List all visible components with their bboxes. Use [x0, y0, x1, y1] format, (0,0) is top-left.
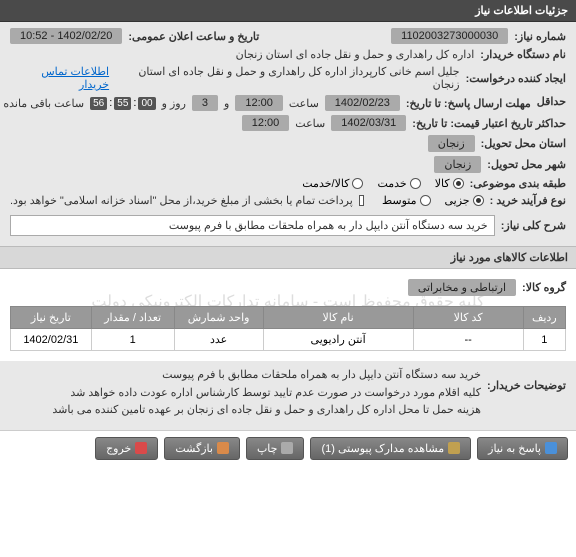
group-value: ارتباطی و مخابراتی: [408, 279, 516, 296]
buyer-note-section: توضیحات خریدار: خرید سه دستگاه آنتن دایپ…: [0, 361, 576, 430]
radio-partial-label: جزیی: [445, 194, 470, 207]
city-value: زنجان: [434, 156, 481, 173]
th-name: نام کالا: [263, 307, 413, 329]
valid-label: حداکثر تاریخ اعتبار قیمت: تا تاریخ:: [412, 117, 566, 130]
days-value: 3: [192, 95, 218, 111]
and-label: و: [224, 97, 229, 110]
desc-textbox[interactable]: خرید سه دستگاه آنتن دایپل دار به همراه م…: [10, 215, 495, 236]
cell-unit: عدد: [174, 329, 263, 351]
countdown-m: 55: [114, 97, 131, 110]
announce-value: 1402/02/20 - 10:52: [10, 28, 122, 44]
payment-note: پرداخت تمام یا بخشی از مبلغ خرید،از محل …: [10, 194, 353, 207]
announce-label: تاریخ و ساعت اعلان عمومی:: [128, 30, 259, 43]
table-row[interactable]: 1 -- آنتن رادیویی عدد 1 1402/02/31: [11, 329, 566, 351]
radio-service[interactable]: [410, 178, 421, 189]
items-table: ردیف کد کالا نام کالا واحد شمارش تعداد /…: [10, 306, 566, 351]
exit-button[interactable]: خروج: [95, 437, 158, 460]
radio-medium[interactable]: [420, 195, 431, 206]
attachments-button[interactable]: مشاهده مدارک پیوستی (1): [310, 437, 471, 460]
buyer-note-text: خرید سه دستگاه آنتن دایپل دار به همراه م…: [52, 367, 481, 420]
loc-label: استان محل تحویل:: [481, 137, 566, 150]
creator-value: جلیل اسم خانی کارپرداز اداره کل راهداری …: [115, 65, 459, 91]
countdown-h: 00: [138, 97, 155, 110]
items-header: اطلاعات کالاهای مورد نیاز: [0, 246, 576, 269]
th-idx: ردیف: [523, 307, 565, 329]
valid-date: 1402/03/31: [331, 115, 406, 131]
countdown: 00: 55: 56: [90, 97, 156, 110]
exit-icon: [135, 442, 147, 454]
th-unit: واحد شمارش: [174, 307, 263, 329]
valid-time: 12:00: [242, 115, 290, 131]
reply-button[interactable]: پاسخ به نیاز: [477, 437, 568, 460]
buyer-label: نام دستگاه خریدار:: [480, 48, 566, 61]
buyer-value: اداره کل راهداری و حمل و نقل جاده ای است…: [236, 48, 475, 61]
deadline-time: 12:00: [235, 95, 283, 111]
buy-type-label: نوع فرآیند خرید :: [490, 194, 566, 207]
deadline-date: 1402/02/23: [325, 95, 400, 111]
radio-goods-label: کالا: [435, 177, 450, 190]
loc-value: زنجان: [428, 135, 475, 152]
radio-service-label: خدمت: [377, 177, 406, 190]
time-label-2: ساعت: [295, 117, 325, 130]
countdown-s: 56: [90, 97, 107, 110]
cell-name: آنتن رادیویی: [263, 329, 413, 351]
cat-label: طبقه بندی موضوعی:: [470, 177, 566, 190]
category-radio-group: کالا خدمت کالا/خدمت: [302, 177, 463, 190]
panel-header: جزئیات اطلاعات نیاز: [0, 0, 576, 22]
cell-idx: 1: [523, 329, 565, 351]
radio-medium-label: متوسط: [382, 194, 417, 207]
back-icon: [217, 442, 229, 454]
items-area: کلیه حقوق محفوظ است - سامانه تدارکات الک…: [0, 269, 576, 361]
details-section: شماره نیاز: 1102003273000030 تاریخ و ساع…: [0, 22, 576, 246]
attachment-icon: [448, 442, 460, 454]
reply-icon: [545, 442, 557, 454]
radio-goods[interactable]: [453, 178, 464, 189]
time-label-1: ساعت: [289, 97, 319, 110]
deadline-label2: مهلت ارسال پاسخ: تا تاریخ:: [406, 97, 531, 110]
buyer-note-label: توضیحات خریدار:: [487, 379, 566, 392]
contact-link[interactable]: اطلاعات تماس خریدار: [10, 65, 109, 91]
cell-date: 1402/02/31: [11, 329, 92, 351]
th-code: کد کالا: [413, 307, 523, 329]
back-button[interactable]: بازگشت: [164, 437, 240, 460]
print-icon: [281, 442, 293, 454]
buytype-radio-group: جزیی متوسط: [382, 194, 484, 207]
days-label: روز و: [162, 97, 186, 110]
th-date: تاریخ نیاز: [11, 307, 92, 329]
desc-label: شرح کلی نیاز:: [501, 219, 566, 232]
th-qty: تعداد / مقدار: [91, 307, 174, 329]
button-bar: پاسخ به نیاز مشاهده مدارک پیوستی (1) چاپ…: [0, 430, 576, 466]
need-no-label: شماره نیاز:: [514, 30, 566, 43]
radio-both[interactable]: [352, 178, 363, 189]
group-label: گروه کالا:: [522, 281, 566, 294]
remain-label: ساعت باقی مانده: [3, 97, 84, 110]
radio-partial[interactable]: [473, 195, 484, 206]
cell-code: --: [413, 329, 523, 351]
table-header-row: ردیف کد کالا نام کالا واحد شمارش تعداد /…: [11, 307, 566, 329]
deadline-label: حداقل: [537, 96, 566, 109]
print-button[interactable]: چاپ: [246, 437, 305, 460]
creator-label: ایجاد کننده درخواست:: [466, 72, 566, 85]
city-label: شهر محل تحویل:: [487, 158, 566, 171]
need-no-value: 1102003273000030: [391, 28, 508, 44]
payment-checkbox[interactable]: [359, 195, 364, 206]
cell-qty: 1: [91, 329, 174, 351]
radio-both-label: کالا/خدمت: [302, 177, 349, 190]
